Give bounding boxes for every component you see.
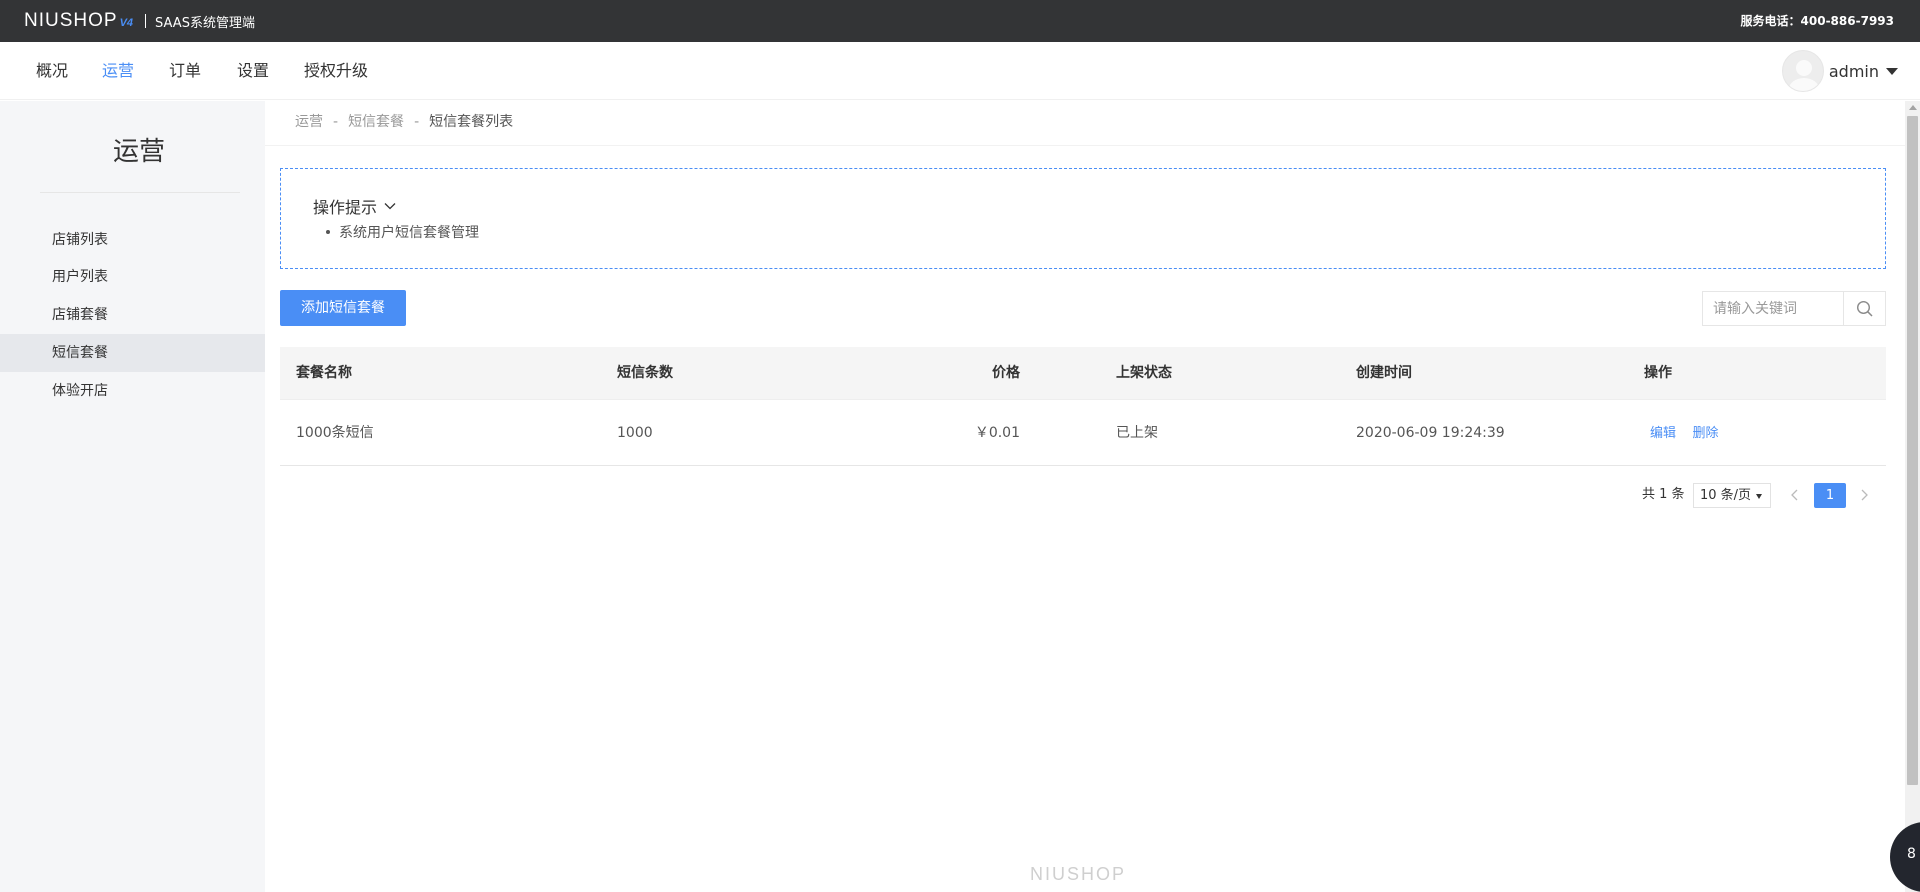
column-header-name: 套餐名称: [296, 365, 352, 381]
avatar: [1781, 50, 1824, 92]
logo-divider: [145, 14, 147, 28]
breadcrumb-divider: [265, 145, 1905, 146]
table-header: 套餐名称 短信条数 价格 上架状态 创建时间 操作: [280, 347, 1886, 400]
page-size-value: 10 条/页: [1700, 488, 1752, 503]
sidebar-item-user-list[interactable]: 用户列表: [0, 258, 265, 296]
cell-created: 2020-06-09 19:24:39: [1356, 425, 1505, 441]
page-number-current[interactable]: 1: [1814, 483, 1846, 508]
column-header-count: 短信条数: [617, 365, 673, 381]
prev-page-icon[interactable]: [1787, 487, 1803, 503]
column-header-actions: 操作: [1644, 365, 1672, 381]
breadcrumb: 运营 - 短信套餐 - 短信套餐列表: [295, 101, 513, 145]
main-nav: 概况 运营 订单 设置 授权升级 admin: [0, 42, 1920, 100]
column-header-created: 创建时间: [1356, 365, 1412, 381]
page-scrollbar[interactable]: [1905, 101, 1920, 892]
search-icon: [1856, 300, 1873, 317]
main-content: 运营-短信套餐-短信套餐列表 操作提示 系统用户短信套餐管理 添加短信套餐 套餐…: [265, 101, 1905, 892]
next-page-icon[interactable]: [1856, 487, 1872, 503]
dropdown-arrow-icon: [1756, 494, 1762, 499]
nav-item-settings[interactable]: 设置: [237, 42, 269, 100]
tips-item: 系统用户短信套餐管理: [325, 222, 479, 242]
sidebar-item-store-package[interactable]: 店铺套餐: [0, 296, 265, 334]
breadcrumb-item-operations[interactable]: 运营: [295, 114, 323, 130]
add-sms-package-button[interactable]: 添加短信套餐: [280, 290, 406, 326]
operation-tips: 操作提示 系统用户短信套餐管理: [280, 168, 1886, 269]
nav-item-license-upgrade[interactable]: 授权升级: [304, 42, 368, 100]
pagination: 共 1 条 10 条/页 1: [265, 481, 1905, 509]
sidebar-item-trial-store[interactable]: 体验开店: [0, 372, 265, 410]
cell-price: ￥0.01: [974, 425, 1020, 441]
logo-version: V4: [119, 17, 134, 29]
user-menu[interactable]: admin: [1781, 50, 1898, 92]
scroll-up-icon[interactable]: [1909, 105, 1917, 110]
sms-package-table: 套餐名称 短信条数 价格 上架状态 创建时间 操作 1000条短信 1000 ￥…: [280, 347, 1886, 466]
breadcrumb-separator: -: [333, 114, 339, 130]
sidebar-title: 运营: [112, 137, 165, 167]
pagination-total: 共 1 条: [1642, 487, 1685, 502]
search-input[interactable]: [1703, 292, 1843, 325]
nav-item-orders[interactable]: 订单: [169, 42, 201, 100]
sidebar-item-store-list[interactable]: 店铺列表: [0, 221, 265, 259]
search-button[interactable]: [1843, 292, 1885, 325]
sidebar: 运营 店铺列表 用户列表 店铺套餐 短信套餐 体验开店: [0, 101, 265, 892]
top-bar: NIUSHOP V4 SAAS系统管理端 服务电话：400-886-7993: [0, 0, 1920, 42]
tips-toggle[interactable]: 操作提示: [313, 194, 397, 218]
breadcrumb-separator: -: [414, 114, 420, 130]
scrollbar-thumb[interactable]: [1907, 116, 1918, 785]
system-subtitle: SAAS系统管理端: [155, 15, 255, 31]
delete-link[interactable]: 删除: [1692, 426, 1718, 441]
logo-text: NIUSHOP: [24, 10, 118, 31]
search-box: [1702, 291, 1886, 326]
cell-status: 已上架: [1116, 425, 1158, 441]
chevron-down-icon: [384, 203, 396, 210]
caret-down-icon: [1886, 67, 1898, 75]
service-hotline: 服务电话：400-886-7993: [1740, 14, 1894, 28]
page-size-select[interactable]: 10 条/页: [1693, 483, 1771, 508]
breadcrumb-current: 短信套餐列表: [429, 114, 514, 130]
column-header-price: 价格: [992, 365, 1020, 381]
nav-item-operations[interactable]: 运营: [102, 42, 134, 100]
tips-list: 系统用户短信套餐管理: [325, 222, 479, 242]
edit-link[interactable]: 编辑: [1650, 426, 1676, 441]
table-row: 1000条短信 1000 ￥0.01 已上架 2020-06-09 19:24:…: [280, 400, 1886, 466]
sidebar-item-sms-package[interactable]: 短信套餐: [0, 334, 265, 372]
column-header-status: 上架状态: [1116, 365, 1172, 381]
nav-item-overview[interactable]: 概况: [36, 42, 68, 100]
username: admin: [1828, 61, 1879, 81]
footer-logo: NIUSHOP: [1030, 864, 1127, 884]
breadcrumb-item-sms-package[interactable]: 短信套餐: [348, 114, 404, 130]
tips-title: 操作提示: [313, 198, 378, 217]
cell-name: 1000条短信: [296, 425, 374, 441]
cell-count: 1000: [617, 425, 653, 441]
sidebar-divider: [40, 192, 240, 193]
brand-logo[interactable]: NIUSHOP V4 SAAS系统管理端: [24, 0, 255, 42]
floating-button-label: 8: [1907, 846, 1916, 862]
